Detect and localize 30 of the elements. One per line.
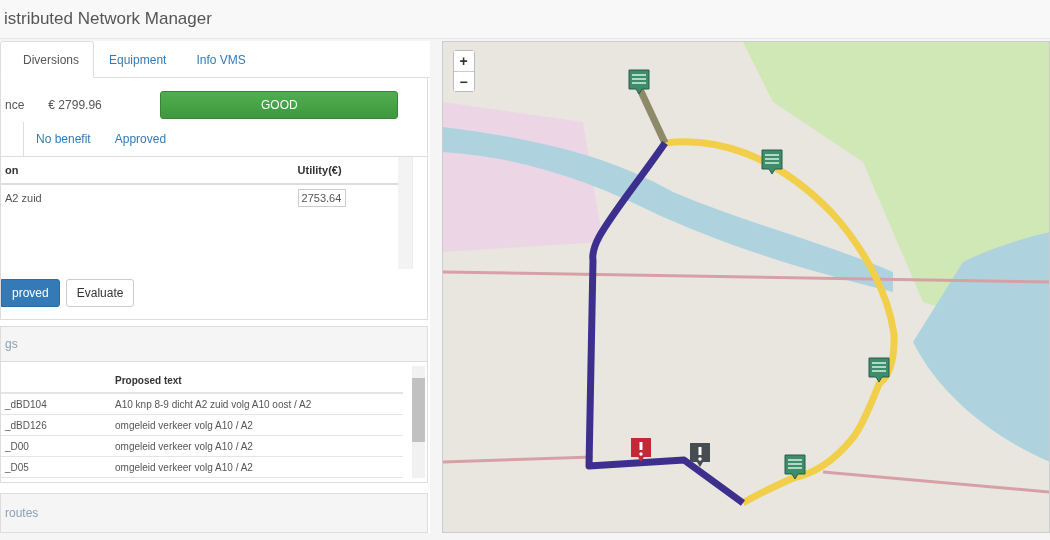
panel-title: gs [4, 337, 18, 351]
column-header: Utility(€) [297, 164, 343, 176]
action-button[interactable]: Evaluate [65, 279, 135, 307]
status-bar: GOOD [160, 91, 399, 119]
panel-title: routes [4, 506, 39, 520]
zoom-out-button[interactable]: − [453, 71, 474, 91]
table-cell-text: _D05 [4, 461, 30, 473]
column-header: on [4, 164, 20, 176]
table-cell-text: A2 zuid [4, 192, 43, 204]
table-cell-text: _D00 [4, 440, 30, 452]
sub-tab[interactable]: No benefit [24, 122, 103, 156]
table-cell-text: omgeleid verkeer volg A10 / A2 [115, 440, 254, 452]
table-cell-text: _dBD126 [4, 419, 48, 431]
tab[interactable]: Diversions [0, 41, 94, 78]
sub-tab[interactable]: Approved [102, 122, 179, 156]
map[interactable]: + − [441, 41, 1050, 533]
tab[interactable]: Info VMS [181, 41, 261, 78]
table-cell-text: A10 knp 8-9 dicht A2 zuid volg A10 oost / A2 [115, 398, 313, 410]
warning-marker-icon[interactable] [688, 442, 711, 468]
column-header: Proposed text [115, 374, 183, 386]
table-cell-text: _dBD104 [4, 398, 48, 410]
performance-label: nce [4, 98, 25, 112]
performance-value: € 2799.96 [47, 98, 103, 112]
table-cell-text: omgeleid verkeer volg A10 / A2 [115, 461, 254, 473]
utility-field[interactable]: 2753.64 [297, 189, 346, 207]
warning-marker-icon[interactable] [629, 437, 652, 463]
table-cell-text: omgeleid verkeer volg A10 / A2 [115, 419, 254, 431]
action-button[interactable]: proved [1, 279, 60, 307]
app-title: istributed Network Manager [3, 9, 212, 29]
tab[interactable]: Equipment [94, 41, 182, 78]
